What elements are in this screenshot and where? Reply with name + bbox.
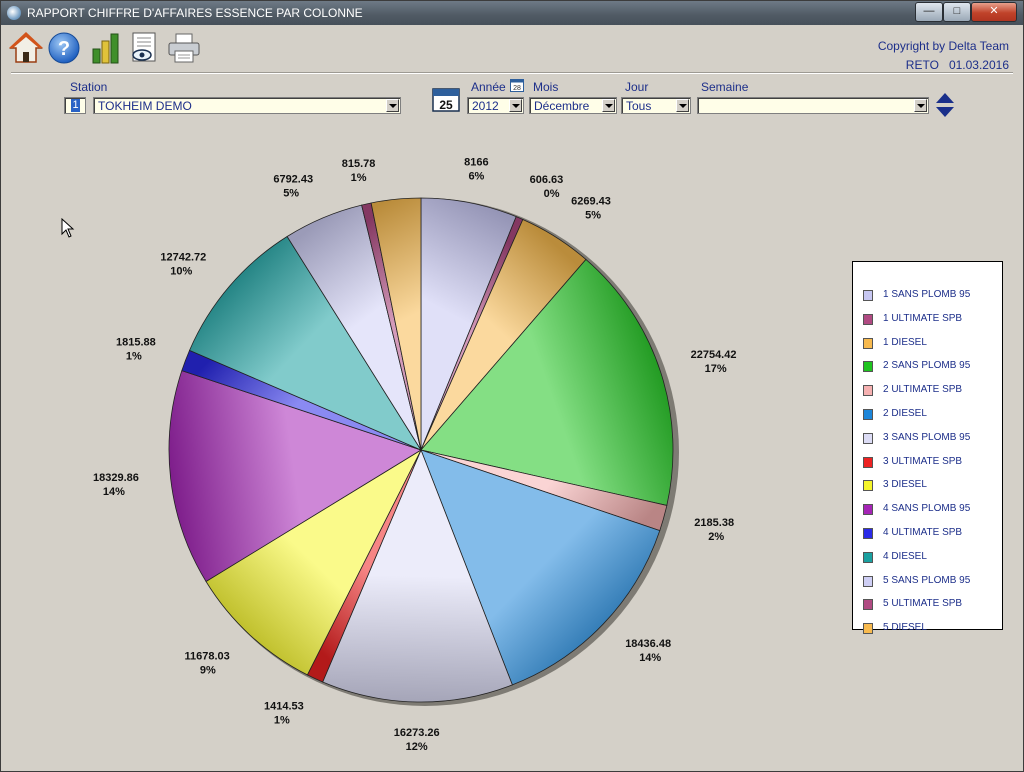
slice-value-label: 6269.43: [571, 196, 611, 208]
legend-label: 1 ULTIMATE SPB: [883, 312, 963, 324]
slice-percent-label: 1%: [126, 351, 142, 363]
slice-percent-label: 5%: [585, 210, 601, 222]
slice-value-label: 22754.42: [691, 349, 737, 361]
legend-swatch: [863, 313, 873, 325]
slice-percent-label: 1%: [351, 172, 367, 184]
slice-value-label: 11678.03: [185, 651, 230, 663]
close-button[interactable]: ✕: [971, 2, 1017, 22]
slice-percent-label: 0%: [544, 188, 560, 200]
legend-label: 5 ULTIMATE SPB: [883, 598, 963, 610]
slice-percent-label: 10%: [170, 266, 192, 278]
slice-percent-label: 5%: [283, 188, 299, 200]
window-title: RAPPORT CHIFFRE D'AFFAIRES ESSENCE PAR C…: [27, 6, 363, 20]
legend-label: 5 DIESEL: [883, 622, 927, 634]
slice-value-label: 18436.48: [625, 638, 671, 650]
legend-label: 4 SANS PLOMB 95: [883, 503, 971, 515]
legend-swatch: [863, 409, 873, 420]
legend-swatch: [863, 551, 873, 563]
slice-value-label: 12742.72: [160, 252, 206, 264]
slice-percent-label: 1%: [274, 714, 290, 726]
slice-value-label: 18329.86: [93, 472, 139, 484]
slice-value-label: 16273.26: [394, 727, 440, 739]
legend-label: 2 DIESEL: [883, 408, 927, 419]
legend-swatch: [863, 623, 873, 635]
legend-swatch: [863, 504, 873, 516]
legend-swatch: [863, 290, 873, 301]
legend-swatch: [863, 385, 873, 397]
legend-label: 3 ULTIMATE SPB: [883, 455, 963, 467]
legend-swatch: [863, 337, 873, 349]
legend-label: 2 SANS PLOMB 95: [883, 360, 971, 372]
title-bar: RAPPORT CHIFFRE D'AFFAIRES ESSENCE PAR C…: [1, 1, 1023, 25]
legend-label: 1 SANS PLOMB 95: [883, 289, 971, 300]
legend-label: 4 ULTIMATE SPB: [883, 527, 963, 538]
legend-swatch: [863, 528, 873, 539]
legend-label: 1 DIESEL: [883, 336, 927, 348]
slice-value-label: 6792.43: [273, 174, 313, 186]
slice-value-label: 1414.53: [264, 700, 304, 712]
slice-value-label: 2185.38: [694, 517, 734, 529]
slice-value-label: 1815.88: [116, 337, 156, 349]
app-icon: [7, 6, 21, 20]
slice-percent-label: 12%: [406, 741, 428, 753]
legend-swatch: [863, 480, 873, 492]
slice-percent-label: 14%: [639, 652, 661, 664]
mouse-cursor-icon: [61, 218, 75, 238]
chart-legend: 1 SANS PLOMB 95 1 ULTIMATE SPB 1 DIESEL 2 S…: [852, 261, 1003, 635]
slice-value-label: 8166: [464, 156, 488, 168]
slice-percent-label: 2%: [708, 531, 724, 543]
legend-swatch: [863, 432, 873, 444]
slice-percent-label: 9%: [200, 665, 216, 677]
slice-percent-label: 17%: [705, 363, 727, 375]
client-area: ? Copyright by Delta Team RETO 01.03.201…: [5, 25, 1019, 767]
slice-percent-label: 6%: [468, 170, 484, 182]
legend-swatch: [863, 599, 873, 611]
report-window: RAPPORT CHIFFRE D'AFFAIRES ESSENCE PAR C…: [0, 0, 1024, 772]
legend-label: 5 SANS PLOMB 95: [883, 574, 971, 586]
legend-label: 4 DIESEL: [883, 550, 927, 562]
legend-label: 3 DIESEL: [883, 479, 927, 491]
slice-percent-label: 14%: [103, 486, 125, 498]
slice-value-label: 815.78: [342, 158, 376, 170]
maximize-button[interactable]: □: [943, 2, 971, 22]
legend-label: 2 ULTIMATE SPB: [883, 384, 963, 396]
legend-swatch: [863, 361, 873, 373]
slice-value-label: 606.63: [530, 174, 564, 186]
legend-swatch: [863, 456, 873, 468]
legend-swatch: [863, 575, 873, 587]
legend-label: 3 SANS PLOMB 95: [883, 431, 971, 443]
minimize-button[interactable]: —: [915, 2, 943, 22]
